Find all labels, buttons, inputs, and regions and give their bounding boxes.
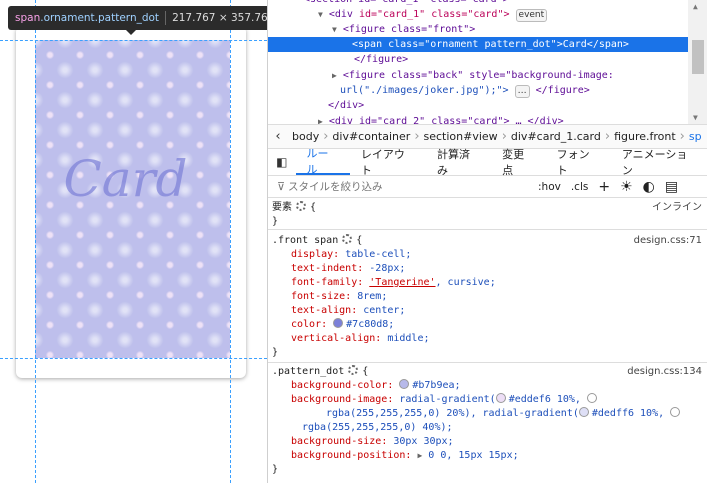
prop-background-size[interactable]: background-size: 30px 30px;	[291, 435, 454, 449]
pattern-dot-selector[interactable]: .pattern_dot	[272, 366, 344, 377]
guide-line-left	[35, 0, 36, 483]
front-span-selector[interactable]: .front span	[272, 235, 338, 246]
breadcrumb-view[interactable]: section#view	[420, 130, 502, 143]
tab-animations[interactable]: アニメーション	[611, 148, 707, 177]
prop-background-color[interactable]: background-color: #b7b9ea;	[291, 379, 461, 393]
color-swatch[interactable]	[333, 318, 344, 328]
devtools-panel: <section id="card_1" class="card"> ▼ <di…	[267, 0, 707, 483]
rules-pane: 要素{ インライン } .front span{ design.css:71 d…	[268, 198, 707, 483]
tab-rules[interactable]: ルール	[295, 147, 350, 176]
gear-icon[interactable]	[348, 365, 359, 375]
dark-mode-icon[interactable]: ◐	[643, 179, 655, 195]
hov-button[interactable]: :hov	[538, 181, 561, 193]
breadcrumb-figure[interactable]: figure.front	[610, 130, 680, 143]
print-icon[interactable]: ▤	[665, 179, 678, 195]
prop-text-indent[interactable]: text-indent: -28px;	[291, 262, 405, 276]
rule-pattern-dot: .pattern_dot{ design.css:134 background-…	[272, 365, 702, 475]
tab-computed[interactable]: 計算済み	[426, 148, 491, 177]
breadcrumb-card1[interactable]: div#card_1.card	[507, 130, 605, 143]
tab-fonts[interactable]: フォント	[546, 148, 611, 177]
guide-line-bottom	[0, 358, 267, 359]
tooltip-classes: .ornament.pattern_dot	[40, 12, 160, 24]
prop-vertical-align[interactable]: vertical-align: middle;	[291, 332, 430, 346]
filter-icon: ⊽	[276, 180, 286, 193]
gear-icon[interactable]	[296, 201, 306, 211]
dom-scrollbar[interactable]: ▲ ▼	[688, 0, 707, 124]
gear-icon[interactable]	[342, 234, 353, 244]
prop-color[interactable]: color: #7c80d8;	[291, 318, 394, 332]
dom-node-card1[interactable]: ▼ <div id="card_1" class="card"> event	[318, 7, 548, 22]
pattern-dot-source[interactable]: design.css:134	[627, 365, 702, 379]
toggle-sidebar-icon[interactable]: ◧	[268, 149, 296, 175]
dom-node-figure-back[interactable]: ▶ <figure class="back" style="background…	[332, 68, 614, 83]
dom-node-figure-back-cont: url("./images/joker.jpg");"> … </figure>	[340, 85, 590, 98]
scrollbar-thumb[interactable]	[692, 40, 704, 74]
cls-button[interactable]: .cls	[571, 181, 589, 193]
prop-text-align[interactable]: text-align: center;	[291, 304, 405, 318]
prop-background-image[interactable]: background-image: radial-gradient(#eddef…	[291, 393, 600, 407]
element-selector: 要素	[272, 202, 292, 213]
rule-element: 要素{ インライン }	[268, 198, 707, 230]
dom-node-figure-close: </figure>	[354, 54, 409, 65]
light-mode-icon[interactable]: ☀	[620, 179, 633, 195]
filter-input[interactable]	[288, 180, 528, 193]
guide-line-top	[0, 40, 267, 41]
event-badge[interactable]: event	[515, 9, 548, 22]
dom-node-div-close: </div>	[328, 100, 365, 111]
grad2-swatch[interactable]	[578, 407, 589, 417]
add-rule-icon[interactable]: +	[598, 179, 610, 195]
dom-node-section[interactable]: <section id="card_1" class="card">	[304, 0, 509, 7]
expand-icon[interactable]: ▶	[417, 451, 422, 460]
page-viewport: Card span .ornament.pattern_dot 217.767 ×…	[0, 0, 267, 483]
dom-node-figure-front[interactable]: ▼ <figure class="front">	[332, 22, 475, 37]
tooltip-dimensions: 217.767 × 357.767	[172, 12, 267, 24]
prop-display[interactable]: display: table-cell;	[291, 248, 411, 262]
tab-layout[interactable]: レイアウト	[350, 148, 426, 177]
breadcrumb-prev-icon[interactable]: ‹	[268, 129, 288, 144]
breadcrumb-container[interactable]: div#container	[328, 130, 414, 143]
style-tabs: ◧ ルール レイアウト 計算済み 変更点 フォント アニメーション	[268, 147, 707, 177]
tab-changes[interactable]: 変更点	[491, 148, 545, 177]
prop-font-family[interactable]: font-family: 'Tangerine', cursive;	[291, 276, 496, 290]
prop-font-size[interactable]: font-size: 8rem;	[291, 290, 387, 304]
tooltip-tag: span	[15, 12, 41, 24]
rule-front-span: .front span{ design.css:71 display: tabl…	[268, 231, 707, 363]
card-text: Card	[63, 150, 188, 208]
prop-background-position[interactable]: background-position: ▶ 0 0, 15px 15px;	[291, 449, 519, 463]
inline-label: インライン	[652, 202, 702, 213]
front-span-source[interactable]: design.css:71	[634, 234, 702, 248]
filter-bar: ⊽ :hov .cls + ☀ ◐ ▤	[268, 176, 707, 198]
dom-node-span-selected[interactable]: <span class="ornament pattern_dot">Card<…	[268, 37, 688, 52]
grad1-swatch[interactable]	[495, 393, 506, 403]
breadcrumb-span[interactable]: sp	[685, 130, 706, 143]
inspector-tooltip: span .ornament.pattern_dot 217.767 × 357.…	[8, 6, 267, 35]
breadcrumb-body[interactable]: body	[288, 130, 323, 143]
dom-node-card2[interactable]: ▶ <div id="card_2" class="card"> … </div…	[318, 114, 564, 124]
screen: Card span .ornament.pattern_dot 217.767 ×…	[0, 0, 707, 483]
bg-color-swatch[interactable]	[399, 379, 410, 389]
guide-line-right	[230, 0, 231, 483]
dom-tree: <section id="card_1" class="card"> ▼ <di…	[268, 0, 688, 124]
